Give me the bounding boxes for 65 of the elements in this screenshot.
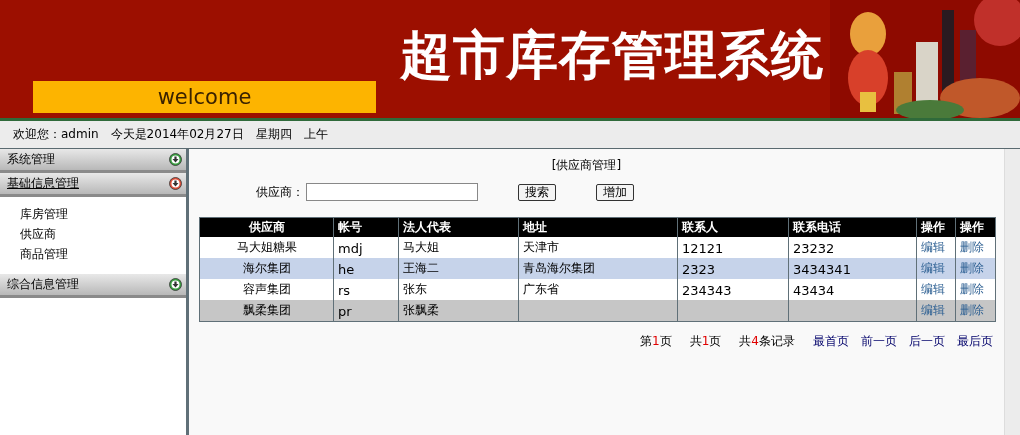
table-cell: 马大姐 xyxy=(403,240,439,254)
info-text: 星期四 xyxy=(255,126,292,143)
column-header: 联系电话 xyxy=(788,217,917,237)
table-cell: 王海二 xyxy=(403,261,439,275)
scrollbar[interactable] xyxy=(1004,149,1020,435)
page-title: [供应商管理] xyxy=(551,158,622,172)
delete-link[interactable]: 删除 xyxy=(960,282,984,296)
table-cell: 海尔集团 xyxy=(242,261,291,275)
system-title: 超市库存管理系统 xyxy=(400,24,824,87)
supplier-field[interactable] xyxy=(306,183,478,201)
sidebar-section[interactable]: 系统管理 xyxy=(0,149,186,173)
page-count: 共4条记录 xyxy=(739,333,795,350)
table-cell: 2323 xyxy=(682,262,716,277)
welcome-bar: welcome xyxy=(33,81,376,113)
info-text: 欢迎您：admin xyxy=(13,126,99,143)
table-cell: 容声集团 xyxy=(242,282,291,296)
edit-link[interactable]: 编辑 xyxy=(921,261,945,275)
table-cell: 3434341 xyxy=(793,262,851,277)
column-header: 帐号 xyxy=(333,217,399,237)
table-cell: 青岛海尔集团 xyxy=(523,261,595,275)
table-cell: 张东 xyxy=(403,282,427,296)
column-header: 地址 xyxy=(518,217,678,237)
table-cell: 234343 xyxy=(682,283,732,298)
page-count: 共1页 xyxy=(689,333,722,350)
delete-link[interactable]: 删除 xyxy=(960,240,984,254)
action-button[interactable]: 增加 xyxy=(596,183,634,201)
delete-link[interactable]: 删除 xyxy=(960,261,984,275)
pagination-link[interactable]: 最首页 xyxy=(813,333,849,350)
column-header: 操作 xyxy=(955,217,996,237)
sidebar-item[interactable]: 库房管理 xyxy=(20,206,186,222)
expand-arrow-icon[interactable] xyxy=(169,177,182,190)
expand-arrow-icon[interactable] xyxy=(169,153,182,166)
table-cell: 23232 xyxy=(793,241,835,256)
table-cell: 广东省 xyxy=(523,282,559,296)
edit-link[interactable]: 编辑 xyxy=(921,303,945,317)
table-cell: pr xyxy=(338,304,352,319)
column-header: 联系人 xyxy=(677,217,789,237)
info-text: 今天是2014年02月27日 xyxy=(110,126,244,143)
table-cell: 张飘柔 xyxy=(403,303,439,317)
sidebar-item[interactable]: 供应商 xyxy=(20,226,186,242)
column-header: 供应商 xyxy=(199,217,334,237)
expand-arrow-icon[interactable] xyxy=(169,278,182,291)
pagination-link[interactable]: 最后页 xyxy=(957,333,993,350)
pagination-link[interactable]: 后一页 xyxy=(909,333,945,350)
column-header: 法人代表 xyxy=(398,217,519,237)
table-cell: 天津市 xyxy=(523,240,559,254)
table-cell: mdj xyxy=(338,241,363,256)
table-cell: rs xyxy=(338,283,351,298)
table-cell: 12121 xyxy=(682,241,724,256)
field-label: 供应商： xyxy=(256,183,304,201)
info-text: 上午 xyxy=(303,126,328,143)
sidebar-section[interactable]: 基础信息管理 xyxy=(0,173,186,197)
page-count: 第1页 xyxy=(640,333,672,350)
table-cell: 马大姐糖果 xyxy=(236,240,297,254)
column-header: 操作 xyxy=(916,217,956,237)
sidebar-item[interactable]: 商品管理 xyxy=(20,246,186,262)
table-cell: he xyxy=(338,262,355,277)
table-cell: 43434 xyxy=(793,283,835,298)
edit-link[interactable]: 编辑 xyxy=(921,240,945,254)
sidebar-section[interactable]: 综合信息管理 xyxy=(0,274,186,298)
action-button[interactable]: 搜索 xyxy=(518,183,556,201)
pagination-link[interactable]: 前一页 xyxy=(861,333,897,350)
table-cell: 飘柔集团 xyxy=(242,303,291,317)
edit-link[interactable]: 编辑 xyxy=(921,282,945,296)
delete-link[interactable]: 删除 xyxy=(960,303,984,317)
